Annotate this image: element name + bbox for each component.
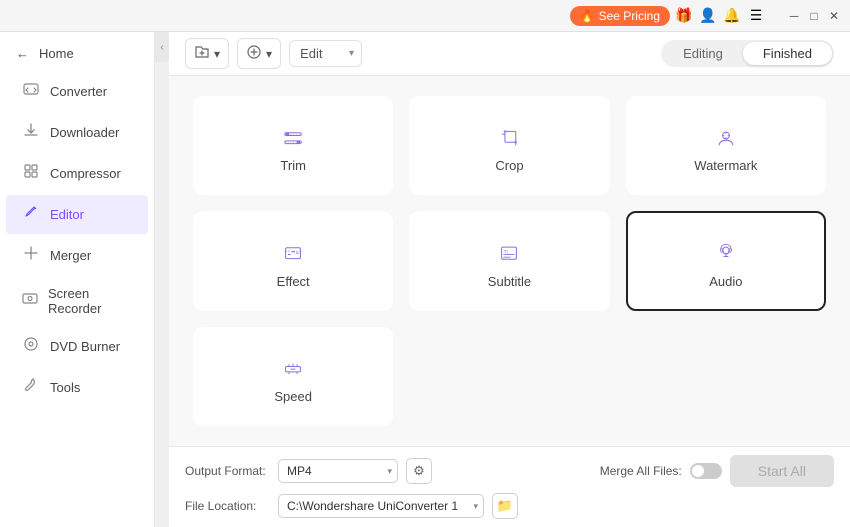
tab-group: Editing Finished	[661, 40, 834, 67]
tab-finished[interactable]: Finished	[743, 42, 832, 65]
converter-icon	[22, 81, 40, 102]
gift-icon[interactable]: 🎁	[674, 6, 694, 26]
compressor-icon	[22, 163, 40, 184]
fire-icon: 🔥	[580, 9, 595, 23]
editor-card-speed[interactable]: Speed	[193, 327, 393, 426]
svg-text:T|: T|	[504, 249, 508, 255]
file-location-row: File Location: C:\Wondershare UniConvert…	[185, 493, 834, 519]
dvd-burner-icon	[22, 336, 40, 357]
editor-card-watermark[interactable]: Watermark	[626, 96, 826, 195]
watermark-label: Watermark	[694, 158, 757, 173]
speed-label: Speed	[274, 389, 312, 404]
downloader-icon	[22, 122, 40, 143]
file-location-label: File Location:	[185, 499, 270, 513]
file-browse-icon[interactable]: 📁	[492, 493, 518, 519]
tools-icon	[22, 377, 40, 398]
file-location-select[interactable]: C:\Wondershare UniConverter 1	[278, 494, 484, 518]
add-files-icon	[194, 44, 210, 63]
bottom-bar: Output Format: MP4 MKV AVI MOV ▾ ⚙ Merge…	[169, 446, 850, 527]
downloader-label: Downloader	[50, 125, 119, 140]
sidebar-item-tools[interactable]: Tools	[6, 368, 148, 407]
compressor-label: Compressor	[50, 166, 121, 181]
sidebar-collapse-handle[interactable]: ‹	[155, 32, 169, 62]
minimize-button[interactable]: ─	[786, 8, 802, 24]
sidebar-item-home[interactable]: ← Home	[0, 36, 154, 71]
file-location-select-wrap: C:\Wondershare UniConverter 1 ▾	[278, 494, 484, 518]
start-all-button[interactable]: Start All	[730, 455, 834, 487]
edit-select-wrap: Edit Merge ▾	[289, 40, 362, 67]
audio-icon	[708, 241, 744, 265]
close-button[interactable]: ✕	[826, 8, 842, 24]
output-format-label: Output Format:	[185, 464, 270, 478]
see-pricing-label: See Pricing	[599, 9, 660, 23]
dvd-burner-label: DVD Burner	[50, 339, 120, 354]
merge-toggle[interactable]	[690, 463, 722, 479]
tab-editing[interactable]: Editing	[663, 42, 743, 65]
sidebar-item-screen-recorder[interactable]: Screen Recorder	[6, 277, 148, 325]
crop-label: Crop	[495, 158, 523, 173]
effect-icon	[275, 241, 311, 265]
trim-icon	[275, 126, 311, 150]
sidebar-item-downloader[interactable]: Downloader	[6, 113, 148, 152]
user-icon[interactable]: 👤	[698, 6, 718, 26]
menu-icon[interactable]: ☰	[746, 6, 766, 26]
sidebar-item-merger[interactable]: Merger	[6, 236, 148, 275]
screen-recorder-icon	[22, 291, 38, 312]
add-media-icon	[246, 44, 262, 63]
merge-all-label: Merge All Files:	[600, 464, 682, 478]
editor-card-crop[interactable]: Crop	[409, 96, 609, 195]
title-bar: 🔥 See Pricing 🎁 👤 🔔 ☰ ─ □ ✕	[0, 0, 850, 32]
subtitle-icon: T|	[491, 241, 527, 265]
sidebar-home-label: Home	[39, 46, 74, 61]
converter-label: Converter	[50, 84, 107, 99]
app-body: ← Home Converter Downloader	[0, 32, 850, 527]
maximize-button[interactable]: □	[806, 8, 822, 24]
effect-label: Effect	[277, 274, 310, 289]
output-settings-icon[interactable]: ⚙	[406, 458, 432, 484]
add-files-label: ▾	[214, 47, 220, 61]
editor-card-effect[interactable]: Effect	[193, 211, 393, 310]
output-format-select[interactable]: MP4 MKV AVI MOV	[278, 459, 398, 483]
sidebar-item-dvd-burner[interactable]: DVD Burner	[6, 327, 148, 366]
audio-label: Audio	[709, 274, 742, 289]
add-media-label: ▾	[266, 47, 272, 61]
toggle-knob	[692, 465, 704, 477]
subtitle-label: Subtitle	[488, 274, 531, 289]
sidebar: ← Home Converter Downloader	[0, 32, 155, 527]
tools-label: Tools	[50, 380, 80, 395]
merger-label: Merger	[50, 248, 91, 263]
editor-grid: Trim Crop Watermark	[169, 76, 850, 446]
editor-label: Editor	[50, 207, 84, 222]
editor-card-subtitle[interactable]: T| Subtitle	[409, 211, 609, 310]
trim-label: Trim	[280, 158, 306, 173]
sidebar-item-compressor[interactable]: Compressor	[6, 154, 148, 193]
sidebar-item-editor[interactable]: Editor	[6, 195, 148, 234]
bell-icon[interactable]: 🔔	[722, 6, 742, 26]
add-files-button[interactable]: ▾	[185, 38, 229, 69]
add-media-button[interactable]: ▾	[237, 38, 281, 69]
sidebar-item-converter[interactable]: Converter	[6, 72, 148, 111]
edit-select[interactable]: Edit Merge	[289, 40, 362, 67]
speed-icon	[275, 357, 311, 381]
screen-recorder-label: Screen Recorder	[48, 286, 132, 316]
crop-icon	[491, 126, 527, 150]
watermark-icon	[708, 126, 744, 150]
editor-card-trim[interactable]: Trim	[193, 96, 393, 195]
see-pricing-button[interactable]: 🔥 See Pricing	[570, 6, 670, 26]
home-icon: ←	[16, 46, 29, 61]
editor-card-audio[interactable]: Audio	[626, 211, 826, 310]
merger-icon	[22, 245, 40, 266]
main-content: ▾ ▾ Edit Merge ▾ Edi	[169, 32, 850, 527]
toolbar: ▾ ▾ Edit Merge ▾ Edi	[169, 32, 850, 76]
editor-icon	[22, 204, 40, 225]
output-format-row: Output Format: MP4 MKV AVI MOV ▾ ⚙ Merge…	[185, 455, 834, 487]
output-format-select-wrap: MP4 MKV AVI MOV ▾	[278, 459, 398, 483]
